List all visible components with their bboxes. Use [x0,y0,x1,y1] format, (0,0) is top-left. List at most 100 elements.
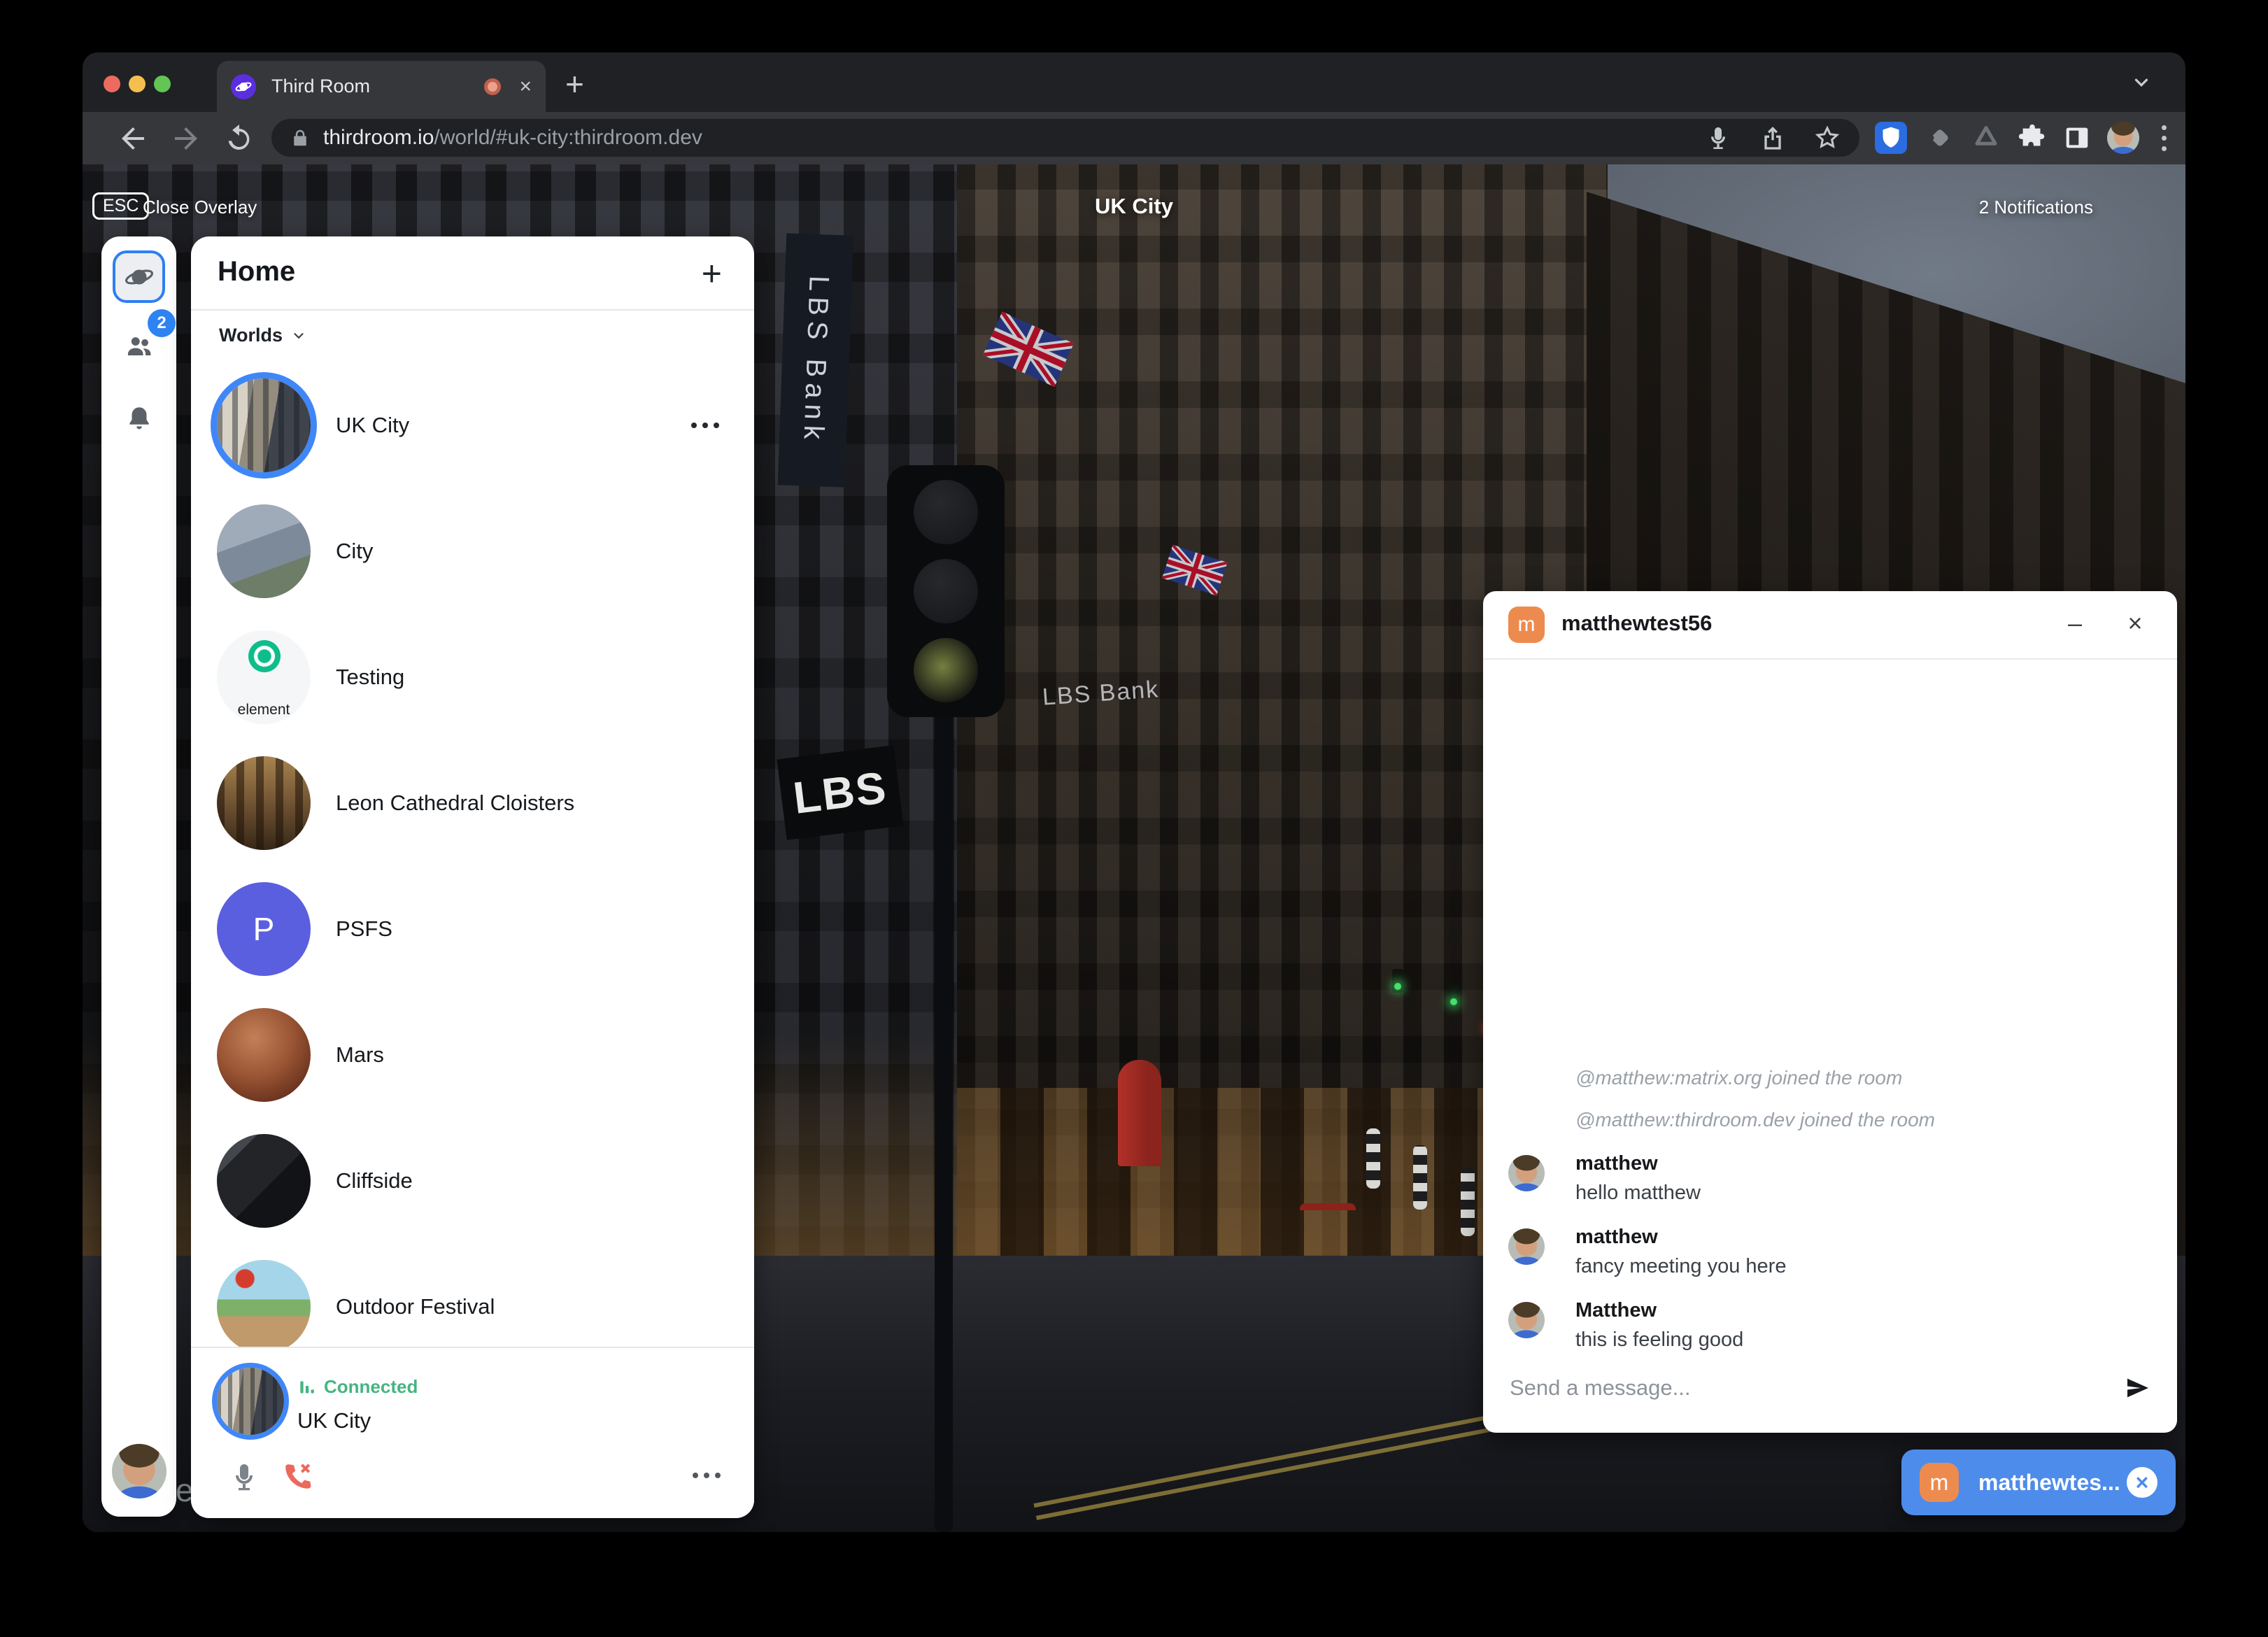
hang-up-button[interactable] [281,1460,314,1494]
sidebar-notifications-button[interactable] [113,392,165,444]
chevron-down-icon [291,328,306,343]
side-panel-icon[interactable] [2061,122,2093,154]
world-name: Leon Cathedral Cloisters [336,791,719,816]
planet-icon [125,262,154,292]
message-text: this is feeling good [1575,1328,2152,1352]
tab-title: Third Room [271,76,484,97]
browser-tab-third-room[interactable]: Third Room × [217,61,546,112]
chat-message-input[interactable] [1508,1375,2124,1401]
create-world-button[interactable]: + [702,253,722,294]
message-text: fancy meeting you here [1575,1255,2152,1278]
world-title: UK City [83,194,2185,219]
world-list-item[interactable]: Outdoor Festival [191,1244,754,1347]
macos-close-button[interactable] [104,76,120,92]
tab-media-indicator-icon [484,78,501,95]
people-icon [125,331,154,360]
world-list-item[interactable]: P PSFS [191,866,754,992]
room-notice: @matthew:matrix.org joined the room [1575,1067,2152,1089]
thirdroom-favicon-icon [231,74,256,99]
macos-zoom-button[interactable] [154,76,171,92]
extensions-puzzle-icon[interactable] [2016,122,2048,154]
lbs-bank-banner: LBS Bank [778,233,854,487]
world-list-item[interactable]: element Testing [191,614,754,740]
share-icon[interactable] [1759,124,1787,152]
lbs-corner-sign: LBS [777,745,904,840]
home-panel: Home + Worlds UK City [191,236,754,1518]
chat-message: Matthew this is feeling good [1508,1299,2152,1352]
bookmark-star-icon[interactable] [1813,124,1841,152]
chat-header: m matthewtest56 – × [1483,591,2177,660]
chat-input-row [1508,1363,2152,1413]
user-avatar[interactable] [112,1444,166,1498]
world-list-item[interactable]: Cliffside [191,1118,754,1244]
sidebar-worlds-button[interactable] [113,250,165,303]
bollard [1366,1128,1380,1189]
world-thumbnail: P [217,882,311,976]
world-name: Outdoor Festival [336,1294,719,1319]
friends-count-badge: 2 [148,309,176,337]
tab-search-chevron-icon[interactable] [2131,72,2152,97]
tag-extension-icon[interactable] [1924,122,1956,154]
distant-traffic-light [1448,984,1459,1008]
chat-message: matthew fancy meeting you here [1508,1226,2152,1278]
world-name: Cliffside [336,1168,719,1193]
call-pill-avatar: m [1920,1463,1959,1502]
active-call-pill[interactable]: m matthewtes... × [1901,1450,2176,1515]
world-menu-button[interactable] [691,423,719,428]
world-thumbnail [217,1008,311,1102]
red-phone-box [1300,1203,1356,1338]
back-button[interactable] [116,122,150,155]
traffic-light-pole [935,465,953,1532]
new-tab-button[interactable]: + [565,68,584,100]
chat-close-button[interactable]: × [2120,607,2150,640]
notifications-label[interactable]: 2 Notifications [1979,197,2093,218]
browser-profile-avatar[interactable] [2107,122,2139,154]
tab-close-icon[interactable]: × [519,76,532,97]
message-avatar [1508,1302,1545,1338]
chat-avatar: m [1508,607,1545,643]
chat-messages: @matthew:matrix.org joined the room@matt… [1508,1067,2152,1352]
world-viewport: LBS Bank LBS LBS Bank ESC Close Overlay … [83,164,2185,1532]
red-postbox [1118,1060,1161,1166]
call-pill-close-icon[interactable]: × [2127,1467,2157,1498]
bollard [1461,1168,1475,1236]
chat-minimize-button[interactable]: – [2060,607,2090,640]
message-sender: matthew [1575,1152,2152,1175]
panel-title: Home [218,256,295,288]
recycle-extension-icon[interactable] [1970,122,2002,154]
world-list-item[interactable]: UK City [191,362,754,488]
traffic-light-head [887,465,1005,717]
worlds-section-header[interactable]: Worlds [219,325,306,346]
distant-traffic-light [1392,969,1403,993]
divider [191,309,754,311]
url-bar[interactable]: thirdroom.io/world/#uk-city:thirdroom.de… [271,119,1859,157]
signal-bars-icon [297,1378,316,1396]
chat-title: matthewtest56 [1561,611,1712,636]
forward-button[interactable] [169,122,203,155]
world-list-item[interactable]: City [191,488,754,614]
bell-icon [125,404,154,433]
world-name: Testing [336,665,719,690]
world-list-item[interactable]: Leon Cathedral Cloisters [191,740,754,866]
mute-mic-button[interactable] [227,1460,261,1494]
call-options-button[interactable] [693,1473,721,1478]
password-manager-extension-icon[interactable] [1875,122,1907,154]
send-message-button[interactable] [2124,1374,2152,1402]
browser-menu-icon[interactable] [2148,122,2180,154]
world-list-item[interactable]: Mars [191,992,754,1118]
world-name: Mars [336,1042,719,1068]
connection-status: Connected [297,1376,418,1398]
message-text: hello matthew [1575,1182,2152,1205]
world-thumbnail [217,756,311,850]
world-name: City [336,539,719,564]
lbs-glass-sign: LBS Bank [1042,676,1161,711]
macos-minimize-button[interactable] [129,76,146,92]
call-pill-label: matthewtes... [1978,1470,2127,1496]
mic-permission-icon[interactable] [1704,124,1732,152]
chat-notices: @matthew:matrix.org joined the room@matt… [1508,1067,2152,1131]
world-thumbnail: element [217,630,311,724]
tab-strip: Third Room × + [83,52,2185,112]
chat-window: m matthewtest56 – × @matthew:matrix.org … [1483,591,2177,1433]
world-thumbnail [217,504,311,598]
reload-button[interactable] [222,122,256,155]
